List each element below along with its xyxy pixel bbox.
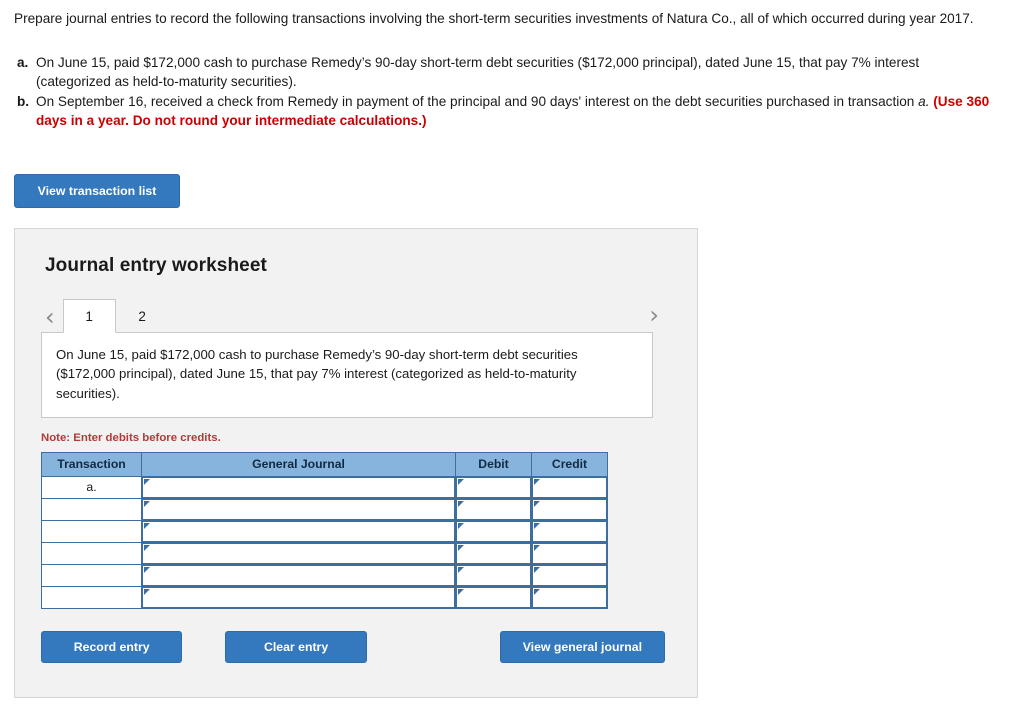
cell-debit[interactable] bbox=[455, 541, 532, 565]
cell-general-journal[interactable] bbox=[141, 585, 456, 609]
cell-credit[interactable] bbox=[531, 475, 608, 499]
debit-input[interactable] bbox=[456, 476, 531, 498]
cell-debit[interactable] bbox=[455, 563, 532, 587]
cell-transaction[interactable] bbox=[41, 541, 142, 565]
cell-credit[interactable] bbox=[531, 563, 608, 587]
table-row bbox=[41, 585, 608, 609]
general-journal-input[interactable] bbox=[142, 564, 455, 586]
worksheet-tab-nav: ‹ 1 2 › bbox=[41, 299, 671, 334]
list-item: b. On September 16, received a check fro… bbox=[14, 93, 1010, 131]
debits-before-credits-note: Note: Enter debits before credits. bbox=[41, 431, 221, 444]
cell-credit[interactable] bbox=[531, 541, 608, 565]
worksheet-actions: Record entry Clear entry View general jo… bbox=[41, 630, 665, 663]
view-transaction-list-button[interactable]: View transaction list bbox=[14, 174, 180, 209]
table-row bbox=[41, 541, 608, 565]
credit-input[interactable] bbox=[532, 476, 607, 498]
view-general-journal-button[interactable]: View general journal bbox=[499, 630, 665, 663]
table-row bbox=[41, 519, 608, 543]
transaction-items-list: a. On June 15, paid $172,000 cash to pur… bbox=[14, 54, 1010, 130]
clear-entry-button[interactable]: Clear entry bbox=[225, 630, 367, 663]
list-item: a. On June 15, paid $172,000 cash to pur… bbox=[14, 54, 1010, 92]
debit-input[interactable] bbox=[456, 498, 531, 520]
cell-transaction-value bbox=[42, 522, 141, 541]
cell-debit[interactable] bbox=[455, 475, 532, 499]
general-journal-input[interactable] bbox=[142, 498, 455, 520]
cell-transaction[interactable] bbox=[41, 497, 142, 521]
debit-input[interactable] bbox=[456, 586, 531, 608]
table-row: a. bbox=[41, 475, 608, 499]
cell-credit[interactable] bbox=[531, 497, 608, 521]
item-label-a: a. bbox=[17, 55, 29, 71]
table-row bbox=[41, 563, 608, 587]
cell-transaction[interactable] bbox=[41, 519, 142, 543]
debit-input[interactable] bbox=[456, 564, 531, 586]
item-label-b: b. bbox=[17, 93, 30, 109]
credit-input[interactable] bbox=[532, 564, 607, 586]
general-journal-input[interactable] bbox=[142, 586, 455, 608]
tab-entry-2[interactable]: 2 bbox=[116, 299, 169, 333]
cell-transaction-value bbox=[42, 544, 141, 563]
cell-debit[interactable] bbox=[455, 519, 532, 543]
cell-debit[interactable] bbox=[455, 585, 532, 609]
general-journal-input[interactable] bbox=[142, 542, 455, 564]
problem-intro: Prepare journal entries to record the fo… bbox=[14, 11, 974, 26]
cell-transaction-value bbox=[42, 500, 141, 519]
cell-general-journal[interactable] bbox=[141, 475, 456, 499]
credit-input[interactable] bbox=[532, 520, 607, 542]
credit-input[interactable] bbox=[532, 542, 607, 564]
column-header-debit: Debit bbox=[455, 451, 532, 477]
worksheet-title: Journal entry worksheet bbox=[45, 255, 267, 277]
cell-transaction[interactable] bbox=[41, 585, 142, 609]
cell-general-journal[interactable] bbox=[141, 563, 456, 587]
item-text-b-italic: a. bbox=[918, 93, 930, 109]
table-header-row: Transaction General Journal Debit Credit bbox=[41, 451, 608, 477]
cell-debit[interactable] bbox=[455, 497, 532, 521]
cell-transaction[interactable]: a. bbox=[41, 475, 142, 499]
cell-general-journal[interactable] bbox=[141, 541, 456, 565]
column-header-transaction: Transaction bbox=[41, 451, 142, 477]
item-text-a: On June 15, paid $172,000 cash to purcha… bbox=[36, 55, 920, 90]
record-entry-button[interactable]: Record entry bbox=[41, 630, 183, 663]
cell-transaction-value bbox=[42, 566, 141, 585]
item-text-b-main: On September 16, received a check from R… bbox=[36, 93, 919, 109]
general-journal-input[interactable] bbox=[142, 476, 455, 498]
tab-entry-1[interactable]: 1 bbox=[62, 299, 116, 334]
credit-input[interactable] bbox=[532, 586, 607, 608]
next-arrow-icon[interactable]: › bbox=[645, 303, 667, 331]
column-header-credit: Credit bbox=[531, 451, 608, 477]
cell-transaction[interactable] bbox=[41, 563, 142, 587]
journal-entry-table: Transaction General Journal Debit Credit… bbox=[41, 451, 608, 609]
column-header-general-journal: General Journal bbox=[141, 451, 456, 477]
cell-credit[interactable] bbox=[531, 585, 608, 609]
item-text-b: On September 16, received a check from R… bbox=[36, 93, 996, 131]
debit-input[interactable] bbox=[456, 520, 531, 542]
cell-transaction-value: a. bbox=[86, 479, 97, 494]
debit-input[interactable] bbox=[456, 542, 531, 564]
view-transaction-list-wrap: View transaction list bbox=[14, 174, 1010, 209]
table-row bbox=[41, 497, 608, 521]
prev-arrow-icon[interactable]: ‹ bbox=[41, 305, 63, 333]
general-journal-input[interactable] bbox=[142, 520, 455, 542]
journal-entry-worksheet-panel: Journal entry worksheet ‹ 1 2 › On June … bbox=[14, 228, 698, 699]
credit-input[interactable] bbox=[532, 498, 607, 520]
worksheet-description: On June 15, paid $172,000 cash to purcha… bbox=[41, 332, 653, 418]
cell-transaction-value bbox=[42, 588, 141, 607]
cell-general-journal[interactable] bbox=[141, 497, 456, 521]
cell-credit[interactable] bbox=[531, 519, 608, 543]
page-container: Prepare journal entries to record the fo… bbox=[0, 0, 1024, 699]
cell-general-journal[interactable] bbox=[141, 519, 456, 543]
